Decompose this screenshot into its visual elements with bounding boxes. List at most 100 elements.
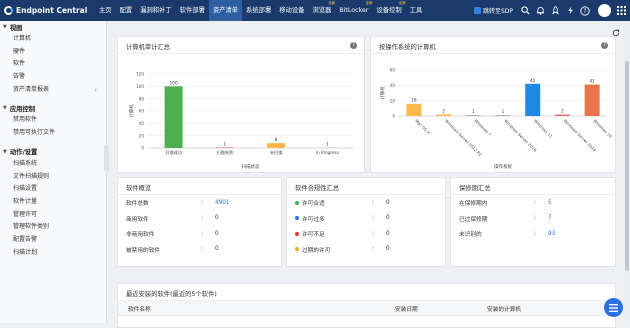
sidebar-item[interactable]: 管理软件类别 [0,221,106,234]
summary-value[interactable]: 7 [548,215,552,221]
nav-item[interactable]: 配置 [116,0,137,21]
card-title: 最近安装的软件(最近的5个软件) [118,284,615,301]
column-installed-computers[interactable]: 安装的计算机 [487,304,521,313]
sidebar: ▼ 视图 计算机 硬件 软件 告警 资产清单报表 › ▼ 应用控制 禁用软件 禁用可执行文件 ▼ 动作/设… [0,21,107,323]
help-icon[interactable]: ? [579,5,591,17]
apps-grid-icon[interactable] [615,5,627,17]
help-icon[interactable]: ? [350,42,357,49]
sidebar-section-header[interactable]: ▼ 动作/设置 [0,146,106,158]
sidebar-item[interactable]: 扫描设置 [0,183,106,196]
nav-item[interactable]: 软件部署 [176,0,209,21]
help-icon[interactable]: ? [601,42,608,49]
summary-row: 许可不足: 0 [287,226,445,242]
card-title: 软件概览 [118,178,281,195]
sidebar-item[interactable]: 软件 [0,58,106,71]
nav-item[interactable]: BitLocker 全新 [335,0,372,21]
card-title: 计算机审计汇总 [118,37,364,54]
summary-value[interactable]: 4901 [215,200,229,206]
sidebar-collapse-handle[interactable] [104,145,109,171]
app-logo[interactable]: Endpoint Central [0,6,95,15]
menu-icon [609,303,618,312]
chart-bar [584,84,600,116]
summary-separator: : [534,230,536,237]
nav-item-label: 浏览器 [312,7,332,14]
page-scrollbar[interactable] [624,21,630,323]
y-axis-title: 计算机 [379,86,386,100]
summary-label: 许可合适 [302,201,325,208]
sidebar-item[interactable]: 配置告警 [0,234,106,247]
jump-to-sdp-button[interactable]: 跳转至SDP [473,6,513,15]
data-label: 2 [561,108,564,113]
nav-item-label: 系统部署 [246,7,272,14]
nav-item-label: 软件部署 [179,7,205,14]
summary-label: 非商用软件 [126,232,155,239]
refresh-icon[interactable] [612,22,620,37]
sidebar-item[interactable]: 管理许可 [0,209,106,222]
menu-fab-button[interactable] [604,298,623,317]
search-icon[interactable] [519,5,531,17]
summary-value[interactable]: 93 [548,231,555,237]
summary-value: 0 [215,230,219,237]
nav-item-label: 工具 [409,7,423,14]
data-label: 41 [589,79,595,84]
summary-separator: : [201,199,203,206]
sidebar-item[interactable]: 扫描计划 [0,247,106,260]
summary-separator: : [534,199,536,206]
scan-audit-chart: 0 20 40 60 80 100 120 100 扫描成功 1 扫描失败 8 未扫描 1 In Progr… [128,72,353,170]
compliance-card: 软件合规性汇总 许可合适: 0 许可过多: 0 许可不足: 0 过期的许可: 0 [286,177,446,267]
bell-icon[interactable] [534,5,546,17]
sidebar-item[interactable]: 禁用可执行文件 [0,127,106,140]
rocket-icon[interactable] [549,5,561,17]
sidebar-section-header[interactable]: ▼ 应用控制 [0,102,106,114]
nav-item[interactable]: 设备控制 全新 [372,0,405,21]
sidebar-item[interactable]: 软件计量 [0,196,106,209]
column-software-name[interactable]: 软件名称 [118,304,395,313]
logo-icon [4,6,13,15]
chart-bar [436,114,452,116]
nav-item[interactable]: 工具 [406,0,427,21]
y-tick-label: 20 [390,98,396,103]
x-axis-title: 扫描状态 [242,163,260,170]
column-install-date[interactable]: 安装日期 [395,304,487,313]
nav-item-label: 漏洞和补丁 [140,7,172,14]
sidebar-item[interactable]: 硬件 [0,46,106,59]
chevron-down-icon: ▼ [3,148,7,155]
data-label: 2 [442,108,445,113]
nav-item[interactable]: 系统部署 [242,0,275,21]
chart-bar [495,115,511,116]
nav-item-label: BitLocker [339,7,369,14]
sidebar-item[interactable]: 禁用软件 [0,114,106,127]
summary-row: 被禁用的软件: 0 [118,242,281,258]
summary-row: 已过保修期: 7 [451,211,615,227]
summary-value[interactable]: 5 [548,200,552,206]
status-dot-icon [295,216,299,221]
chart-bar [554,114,570,116]
nav-item[interactable]: 主页 [95,0,116,21]
sidebar-item[interactable]: 计算机 [0,33,106,46]
chevron-down-icon: ▼ [3,24,7,30]
summary-row: 许可过多: 0 [287,211,445,227]
bolt-icon[interactable] [564,5,576,17]
y-tick-label: 40 [390,83,396,88]
y-tick-label: 60 [390,68,396,73]
nav-item[interactable]: 资产清单 [208,0,243,21]
user-avatar[interactable] [598,4,611,17]
x-tick-label: Windows 11 [533,118,554,139]
y-tick-label: 60 [139,109,145,114]
scroll-thumb[interactable] [625,61,629,271]
x-tick-label: Windows 10 [592,118,613,139]
summary-row: 未识别的: 93 [451,226,615,242]
chart-bar [406,103,422,116]
x-tick-label: Windows Server 2016 [503,118,538,153]
summary-value: 0 [215,246,219,253]
sidebar-section-header[interactable]: ▼ 视图 [0,21,106,33]
sidebar-item[interactable]: 告警 [0,71,106,84]
sidebar-item[interactable]: 扫描系统 [0,158,106,171]
x-tick-label: Mac OS X [414,118,431,135]
nav-item[interactable]: 移动设备 [275,0,308,21]
sidebar-item[interactable]: 文件扫描规则 [0,171,106,184]
data-label: 1 [502,109,505,114]
sidebar-item[interactable]: 资产清单报表 › [0,84,106,97]
nav-item[interactable]: 浏览器 全新 [308,0,335,21]
nav-item[interactable]: 漏洞和补丁 [136,0,175,21]
